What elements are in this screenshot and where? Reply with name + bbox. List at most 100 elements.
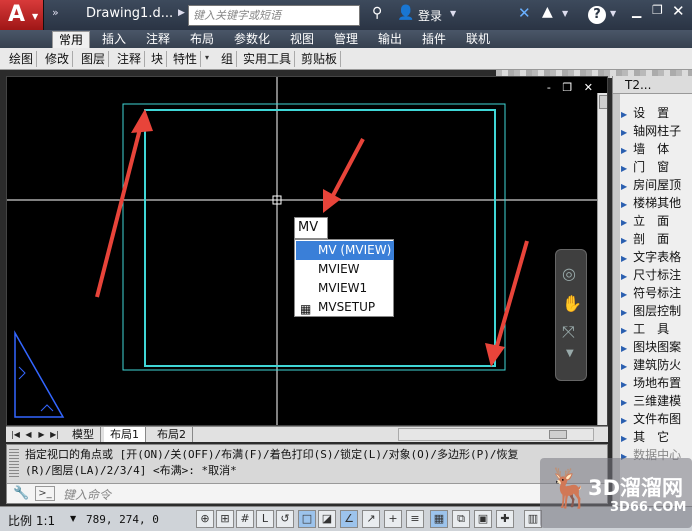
autocomplete-item[interactable]: MV (MVIEW) — [296, 241, 394, 260]
quick-access-expand-icon[interactable]: » — [52, 6, 59, 19]
palette-item[interactable]: ▶ 房间屋顶 — [621, 176, 681, 194]
palette-item[interactable]: ▶ 墙 体 — [621, 140, 669, 158]
tab-manage[interactable]: 管理 — [328, 31, 364, 48]
palette-title[interactable]: T2... — [613, 76, 692, 94]
otrack-icon[interactable]: ∠ — [340, 510, 358, 528]
scrollbar-thumb[interactable] — [599, 95, 607, 109]
palette-item[interactable]: ▶ 图块图案 — [621, 338, 681, 356]
palette-item[interactable]: ▶ 文件布图 — [621, 410, 681, 428]
snap-mode-icon[interactable]: ⊞ — [216, 510, 234, 528]
tab-view[interactable]: 视图 — [284, 31, 320, 48]
palette-item[interactable]: ▶ 尺寸标注 — [621, 266, 681, 284]
login-dropdown-icon[interactable]: ▼ — [450, 9, 456, 18]
dynamic-input-field[interactable]: MV — [294, 217, 328, 239]
title-overflow-icon[interactable]: ▶ — [178, 8, 185, 18]
autocomplete-item[interactable]: MVIEW — [296, 260, 394, 279]
palette-item[interactable]: ▶ 工 具 — [621, 320, 669, 338]
pan-hand-icon[interactable]: ✋ — [562, 294, 582, 313]
panel-properties[interactable]: 特性 — [170, 51, 202, 67]
tab-home[interactable]: 常用 — [52, 31, 91, 48]
horizontal-scrollbar[interactable] — [398, 428, 594, 441]
viewport-close-icon[interactable]: ✕ — [584, 81, 593, 94]
panel-utilities[interactable]: 实用工具 — [240, 51, 296, 67]
palette-grip[interactable] — [613, 94, 620, 506]
help-icon[interactable]: ? — [588, 6, 606, 24]
palette-item[interactable]: ▶ 场地布置 — [621, 374, 681, 392]
drawing-canvas[interactable]: - ❐ ✕ ◎ ✋ ⤧ ▼ MV MV (MVIEW) MVIEW MVIEW1… — [6, 76, 608, 426]
grid-icon[interactable]: # — [236, 510, 254, 528]
binoculars-icon[interactable]: ⚲ — [372, 5, 382, 21]
command-prompt-icon[interactable]: >_ — [35, 486, 55, 501]
vertical-scrollbar[interactable] — [597, 93, 607, 425]
infer-constraints-icon[interactable]: ⊕ — [196, 510, 214, 528]
palette-item[interactable]: ▶ 三维建模 — [621, 392, 681, 410]
minimize-button[interactable]: ▁ — [632, 4, 641, 18]
next-layout-icon[interactable]: ▶ — [36, 428, 47, 441]
tab-layout1[interactable]: 布局1 — [104, 427, 146, 442]
tab-model[interactable]: 模型 — [66, 427, 101, 442]
panel-expand-icon[interactable]: ▾ — [205, 53, 209, 62]
panel-groups[interactable]: 组 — [218, 51, 238, 67]
palette-item[interactable]: ▶ 图层控制 — [621, 302, 681, 320]
tab-insert[interactable]: 插入 — [96, 31, 132, 48]
panel-draw[interactable]: 绘图 — [6, 51, 38, 67]
steering-wheel-icon[interactable]: ◎ — [562, 264, 576, 283]
close-button[interactable]: ✕ — [672, 2, 685, 20]
add-icon[interactable]: ✚ — [496, 510, 514, 528]
annotation-scale[interactable]: 比例 1:1 — [8, 512, 55, 529]
lineweight-icon[interactable]: ≡ — [406, 510, 424, 528]
tab-parametric[interactable]: 参数化 — [228, 31, 276, 48]
ucs-toggle-icon[interactable]: ↗ — [362, 510, 380, 528]
autocomplete-item[interactable]: ▦ MVSETUP — [296, 298, 394, 317]
3d-osnap-icon[interactable]: ◪ — [318, 510, 336, 528]
apps-dropdown-icon[interactable]: ▼ — [562, 9, 568, 18]
viewport-minimize-icon[interactable]: - — [547, 81, 551, 94]
nav-dropdown-icon[interactable]: ▼ — [566, 348, 574, 359]
prev-layout-icon[interactable]: ◀ — [23, 428, 34, 441]
help-dropdown-icon[interactable]: ▼ — [610, 9, 616, 18]
palette-item[interactable]: ▶ 符号标注 — [621, 284, 681, 302]
scale-dropdown-icon[interactable]: ▼ — [70, 514, 76, 523]
selection-cycling-icon[interactable]: ⧉ — [452, 510, 470, 528]
wrench-icon[interactable]: 🔧 — [13, 486, 29, 501]
palette-item[interactable]: ▶ 轴网柱子 — [621, 122, 681, 140]
viewport-restore-icon[interactable]: ❐ — [562, 81, 572, 94]
polar-icon[interactable]: ↺ — [276, 510, 294, 528]
first-layout-icon[interactable]: |◀ — [10, 428, 21, 441]
command-input[interactable]: 键入命令 — [63, 486, 111, 503]
palette-item[interactable]: ▶ 文字表格 — [621, 248, 681, 266]
panel-annotation[interactable]: 注释 — [114, 51, 146, 67]
palette-item[interactable]: ▶ 其 它 — [621, 428, 669, 446]
ortho-icon[interactable]: L — [256, 510, 274, 528]
scrollbar-thumb[interactable] — [549, 430, 567, 439]
tab-plugins[interactable]: 插件 — [416, 31, 452, 48]
panel-block[interactable]: 块 — [148, 51, 168, 67]
zoom-icon[interactable]: ⤧ — [562, 322, 575, 342]
transparency-icon[interactable]: ▦ — [430, 510, 448, 528]
palette-item[interactable]: ▶ 门 窗 — [621, 158, 669, 176]
autodesk-app-icon[interactable]: ▲ — [542, 4, 553, 20]
grip-handle[interactable] — [9, 449, 19, 479]
panel-clipboard[interactable]: 剪贴板 — [298, 51, 342, 67]
palette-item[interactable]: ▶ 设 置 — [621, 104, 669, 122]
osnap-icon[interactable]: □ — [298, 510, 316, 528]
tab-online[interactable]: 联机 — [460, 31, 496, 48]
palette-item[interactable]: ▶ 立 面 — [621, 212, 669, 230]
tab-layout2[interactable]: 布局2 — [151, 427, 193, 442]
tab-annotate[interactable]: 注释 — [140, 31, 176, 48]
palette-item[interactable]: ▶ 楼梯其他 — [621, 194, 681, 212]
tab-output[interactable]: 输出 — [372, 31, 408, 48]
panel-modify[interactable]: 修改 — [42, 51, 74, 67]
application-menu-button[interactable]: A ▼ — [0, 0, 44, 32]
exchange-icon[interactable]: ✕ — [518, 4, 531, 22]
login-button[interactable]: 登录 — [418, 7, 442, 24]
search-input[interactable]: 键入关键字或短语 — [188, 5, 360, 26]
palette-item[interactable]: ▶ 建筑防火 — [621, 356, 681, 374]
autocomplete-item[interactable]: MVIEW1 — [296, 279, 394, 298]
tab-layout[interactable]: 布局 — [184, 31, 220, 48]
panel-layers[interactable]: 图层 — [78, 51, 110, 67]
annotation-monitor-icon[interactable]: ▣ — [474, 510, 492, 528]
user-icon[interactable]: 👤 — [397, 5, 414, 21]
restore-button[interactable]: ❐ — [652, 3, 663, 17]
dyn-input-icon[interactable]: + — [384, 510, 402, 528]
